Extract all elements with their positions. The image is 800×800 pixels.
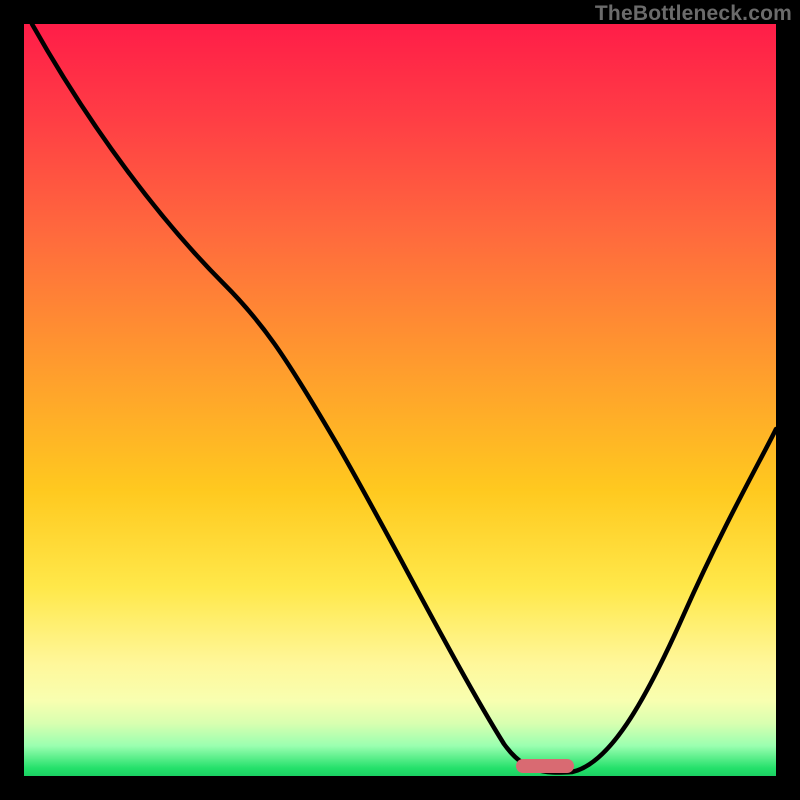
optimal-range-marker xyxy=(516,759,574,773)
bottleneck-curve xyxy=(24,24,776,776)
plot-area xyxy=(24,24,776,776)
watermark-text: TheBottleneck.com xyxy=(595,2,792,26)
frame: TheBottleneck.com xyxy=(0,0,800,800)
